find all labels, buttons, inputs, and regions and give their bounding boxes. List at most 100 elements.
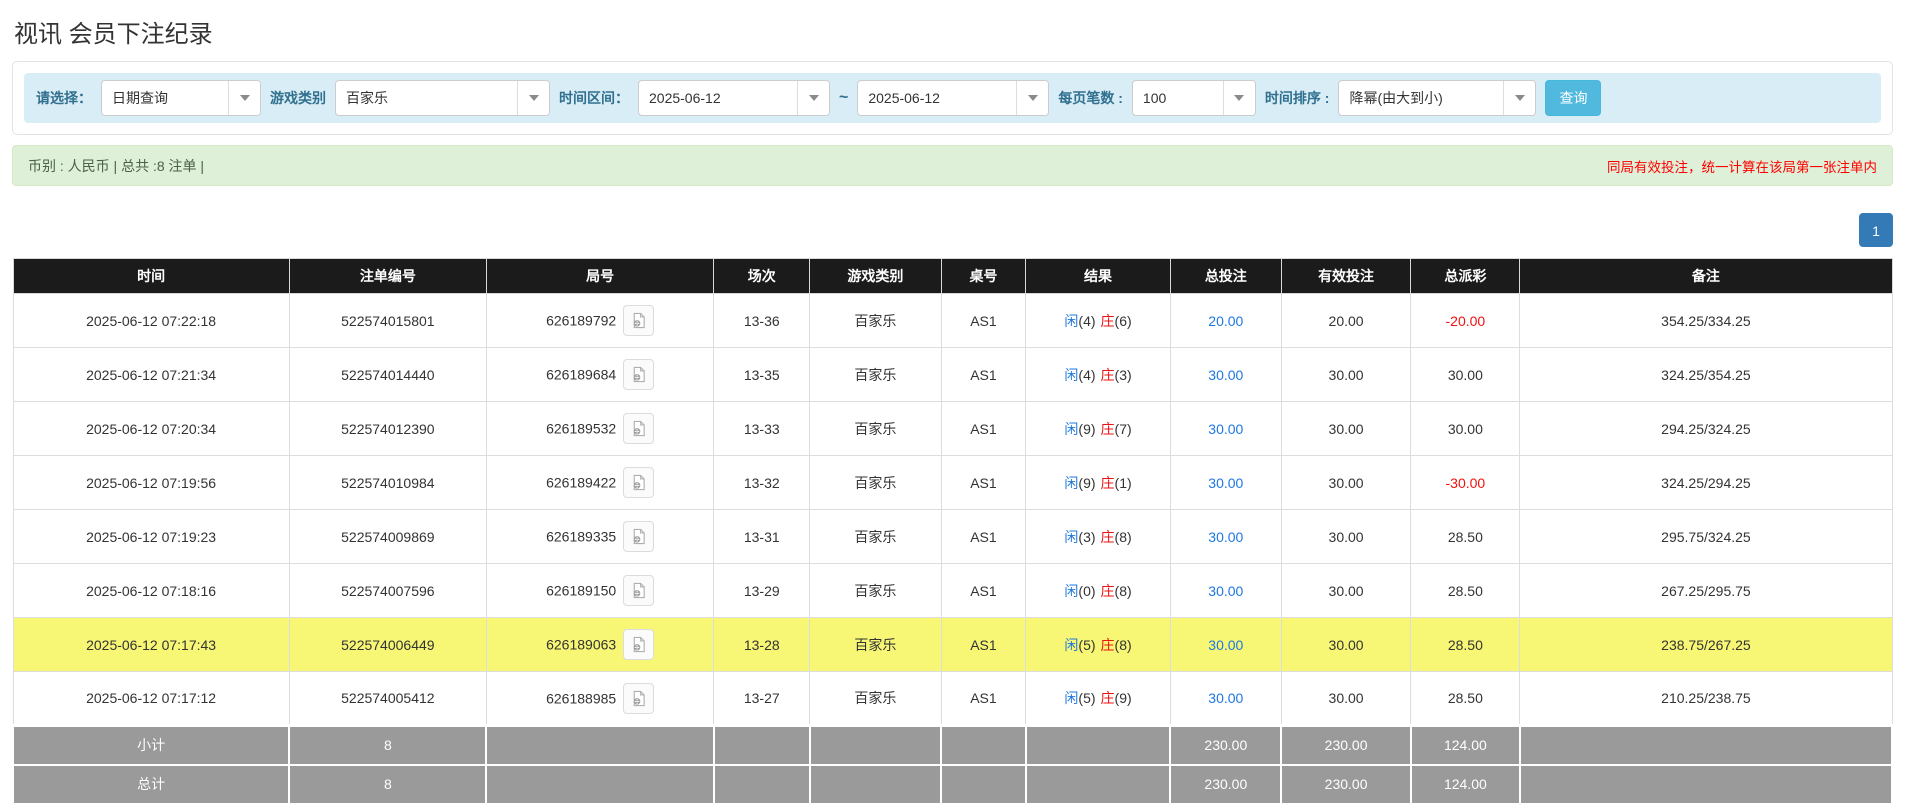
- result-banker-label: 庄: [1100, 420, 1115, 437]
- result-player-label: 闲: [1064, 420, 1079, 437]
- page-title: 视讯 会员下注纪录: [14, 21, 213, 48]
- cell-remark: 295.75/324.25: [1519, 509, 1893, 564]
- cell-bet-id: 522574007596: [288, 563, 487, 618]
- video-file-icon: [633, 690, 645, 706]
- chevron-down-icon[interactable]: [1016, 81, 1049, 115]
- result-banker-label: 庄: [1100, 528, 1115, 545]
- round-id-value: 626189792: [546, 312, 617, 329]
- cell-total-bet: 30.00: [1169, 671, 1282, 726]
- cell-bet-id: 522574010984: [288, 455, 487, 510]
- page-number-button[interactable]: 1: [1859, 213, 1893, 247]
- chevron-down-icon[interactable]: [228, 81, 260, 115]
- summary-payout: 124.00: [1409, 763, 1521, 805]
- chevron-down-icon[interactable]: [1222, 81, 1255, 115]
- table-row: 2025-06-12 07:19:56 522574010984 6261894…: [12, 455, 1893, 510]
- sort-order-select[interactable]: 降幂(由大到小): [1338, 80, 1537, 116]
- video-replay-button[interactable]: [623, 682, 655, 714]
- video-replay-button[interactable]: [623, 521, 655, 552]
- cell-game-type: 百家乐: [809, 671, 942, 726]
- result-player-label: 闲: [1064, 582, 1079, 599]
- cell-bet-id: 522574012390: [288, 401, 487, 456]
- summary-label: 小计: [11, 724, 291, 766]
- result-player-score: (5): [1078, 690, 1096, 706]
- result-banker-label: 庄: [1100, 366, 1115, 383]
- chevron-down-icon[interactable]: [1503, 81, 1536, 115]
- video-replay-button[interactable]: [623, 629, 655, 660]
- cell-time: 2025-06-12 07:19:56: [12, 455, 290, 510]
- cell-payout: 30.00: [1410, 401, 1521, 456]
- chevron-down-icon[interactable]: [797, 81, 829, 115]
- video-file-icon: [633, 312, 645, 329]
- cell-valid-bet: 30.00: [1280, 563, 1412, 618]
- header-time: 时间: [12, 258, 290, 294]
- video-file-icon: [633, 636, 645, 653]
- summary-valid-bet: 230.00: [1280, 724, 1412, 766]
- cell-bet-id: 522574005412: [288, 671, 487, 726]
- round-id-value: 626189150: [546, 582, 617, 599]
- cell-session: 13-31: [713, 509, 811, 564]
- summary-total-bet: 230.00: [1169, 763, 1283, 805]
- cell-game-type: 百家乐: [809, 617, 942, 672]
- cell-time: 2025-06-12 07:17:12: [12, 671, 290, 726]
- cell-total-bet: 30.00: [1169, 347, 1282, 402]
- video-replay-button[interactable]: [623, 305, 655, 336]
- cell-total-bet: 20.00: [1169, 293, 1282, 348]
- per-page-select[interactable]: 100: [1131, 80, 1256, 116]
- date-to-value: 2025-06-12: [868, 90, 940, 106]
- result-banker-score: (8): [1114, 636, 1132, 653]
- betting-records-table: 时间 注单编号 局号 场次 游戏类别 桌号 结果 总投注 有效投注 总派彩 备注…: [11, 258, 1894, 805]
- cell-session: 13-27: [713, 671, 811, 726]
- video-file-icon: [633, 366, 645, 383]
- cell-time: 2025-06-12 07:20:34: [12, 401, 290, 456]
- cell-payout: 28.50: [1410, 509, 1521, 564]
- summary-count: 8: [288, 724, 488, 766]
- cell-bet-id: 522574015801: [288, 293, 487, 348]
- video-replay-button[interactable]: [623, 413, 655, 444]
- header-game-type: 游戏类别: [809, 258, 942, 294]
- header-bet-id: 注单编号: [288, 258, 487, 294]
- cell-remark: 294.25/324.25: [1519, 401, 1893, 456]
- query-mode-select[interactable]: 日期查询: [101, 80, 261, 116]
- result-player-label: 闲: [1064, 636, 1079, 653]
- summary-row: 总计 8 230.00 230.00 124.00: [11, 763, 1894, 805]
- date-from-select[interactable]: 2025-06-12: [638, 80, 830, 116]
- video-replay-button[interactable]: [623, 467, 655, 498]
- pagination: 1: [12, 213, 1893, 247]
- cell-total-bet: 30.00: [1169, 401, 1282, 456]
- video-replay-button[interactable]: [623, 359, 655, 390]
- cell-round-id: 626188985: [485, 671, 715, 726]
- table-footer: 小计 8 230.00 230.00 124.00 总计 8 230.00 23…: [11, 724, 1894, 805]
- game-type-select[interactable]: 百家乐: [335, 80, 550, 116]
- cell-valid-bet: 30.00: [1280, 509, 1412, 564]
- cell-valid-bet: 30.00: [1280, 455, 1412, 510]
- round-id-value: 626189422: [546, 474, 617, 491]
- cell-session: 13-29: [713, 563, 811, 618]
- cell-valid-bet: 30.00: [1280, 617, 1412, 672]
- table-row: 2025-06-12 07:17:12 522574005412 6261889…: [12, 671, 1893, 726]
- filter-panel: 请选择： 日期查询 游戏类别 百家乐 时间区间： 2025-06-12 ~ 20…: [12, 61, 1893, 135]
- cell-round-id: 626189063: [485, 617, 715, 672]
- chevron-down-icon[interactable]: [517, 81, 549, 115]
- cell-game-type: 百家乐: [809, 293, 942, 348]
- cell-table-no: AS1: [940, 671, 1027, 726]
- round-id-value: 626189684: [546, 366, 617, 383]
- cell-remark: 238.75/267.25: [1519, 617, 1893, 672]
- cell-session: 13-32: [713, 455, 811, 510]
- cell-time: 2025-06-12 07:22:18: [12, 293, 290, 348]
- result-banker-score: (3): [1114, 366, 1132, 383]
- result-banker-label: 庄: [1100, 474, 1115, 491]
- cell-result: 闲(4) 庄(3): [1025, 347, 1171, 402]
- cell-game-type: 百家乐: [809, 347, 942, 402]
- result-player-score: (4): [1078, 366, 1096, 383]
- video-replay-button[interactable]: [623, 575, 655, 606]
- game-type-label: 游戏类别: [270, 90, 326, 106]
- date-to-select[interactable]: 2025-06-12: [857, 80, 1050, 116]
- date-from-value: 2025-06-12: [649, 90, 721, 106]
- filter-bar: 请选择： 日期查询 游戏类别 百家乐 时间区间： 2025-06-12 ~ 20…: [24, 73, 1881, 123]
- cell-table-no: AS1: [940, 347, 1027, 402]
- summary-label: 总计: [11, 763, 291, 805]
- search-button[interactable]: 查询: [1545, 80, 1602, 116]
- header-session: 场次: [713, 258, 811, 294]
- round-id-value: 626189532: [546, 420, 617, 437]
- cell-time: 2025-06-12 07:19:23: [12, 509, 290, 564]
